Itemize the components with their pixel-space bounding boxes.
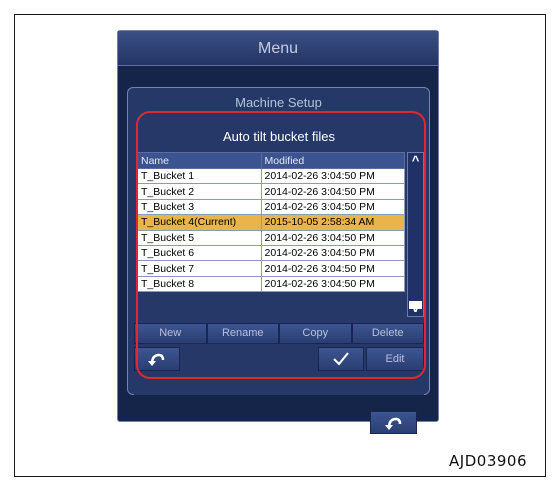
file-modified: 2014-02-26 3:04:50 PM: [260, 198, 406, 216]
table-row[interactable]: T_Bucket 3 2014-02-26 3:04:50 PM: [137, 198, 406, 216]
bucket-files-title: Auto tilt bucket files: [223, 129, 335, 144]
file-modified: 2014-02-26 3:04:50 PM: [260, 167, 406, 185]
table-row[interactable]: T_Bucket 6 2014-02-26 3:04:50 PM: [137, 244, 406, 262]
file-name: T_Bucket 4(Current): [137, 214, 262, 231]
screen-back-button[interactable]: [370, 411, 417, 434]
edit-button[interactable]: Edit: [366, 347, 424, 371]
machine-setup-title: Machine Setup: [235, 95, 322, 110]
table-row[interactable]: T_Bucket 2 2014-02-26 3:04:50 PM: [137, 183, 406, 200]
table-row[interactable]: T_Bucket 8 2014-02-26 3:04:50 PM: [137, 275, 406, 293]
confirm-row: Edit: [134, 347, 424, 371]
copy-button[interactable]: Copy: [279, 323, 352, 344]
chevron-up-icon[interactable]: ^: [408, 153, 423, 169]
checkmark-icon: [333, 352, 349, 366]
file-name: T_Bucket 8: [137, 275, 262, 293]
file-modified: 2014-02-26 3:04:50 PM: [260, 260, 406, 277]
monitor-screen: Menu Machine Setup Auto tilt bucket file…: [117, 30, 439, 434]
file-name: T_Bucket 5: [137, 229, 262, 246]
column-header-name[interactable]: Name: [137, 152, 262, 169]
file-modified: 2014-02-26 3:04:50 PM: [260, 275, 406, 293]
file-modified: 2014-02-26 3:04:50 PM: [260, 183, 406, 200]
file-name: T_Bucket 3: [137, 198, 262, 216]
table-row[interactable]: T_Bucket 7 2014-02-26 3:04:50 PM: [137, 260, 406, 277]
rename-button[interactable]: Rename: [206, 323, 279, 344]
file-name: T_Bucket 2: [137, 183, 262, 200]
back-arrow-icon: [384, 417, 401, 430]
table-scrollbar[interactable]: ^ v: [407, 152, 424, 317]
bucket-files-panel: Auto tilt bucket files Name Modified T_B…: [134, 125, 424, 395]
delete-button[interactable]: Delete: [351, 323, 424, 344]
figure-id: AJD03906: [449, 452, 527, 470]
back-arrow-icon: [148, 353, 165, 366]
file-modified: 2015-10-05 2:58:34 AM: [260, 214, 406, 231]
menu-title: Menu: [118, 31, 438, 66]
file-name: T_Bucket 1: [137, 167, 262, 185]
back-button[interactable]: [134, 347, 180, 371]
table-row[interactable]: T_Bucket 5 2014-02-26 3:04:50 PM: [137, 229, 406, 246]
file-modified: 2014-02-26 3:04:50 PM: [260, 229, 406, 246]
confirm-button[interactable]: [318, 347, 364, 371]
file-name: T_Bucket 7: [137, 260, 262, 277]
column-header-modified[interactable]: Modified: [260, 152, 406, 169]
file-action-buttons: New Rename Copy Delete: [134, 323, 424, 344]
table-row[interactable]: T_Bucket 1 2014-02-26 3:04:50 PM: [137, 167, 406, 185]
table-row-selected[interactable]: T_Bucket 4(Current) 2015-10-05 2:58:34 A…: [137, 214, 406, 231]
bucket-file-table: Name Modified T_Bucket 1 2014-02-26 3:04…: [137, 152, 406, 293]
file-modified: 2014-02-26 3:04:50 PM: [260, 244, 406, 262]
file-name: T_Bucket 6: [137, 244, 262, 262]
table-header-row: Name Modified: [137, 152, 406, 169]
chevron-down-icon[interactable]: v: [408, 300, 423, 316]
new-button[interactable]: New: [134, 323, 207, 344]
